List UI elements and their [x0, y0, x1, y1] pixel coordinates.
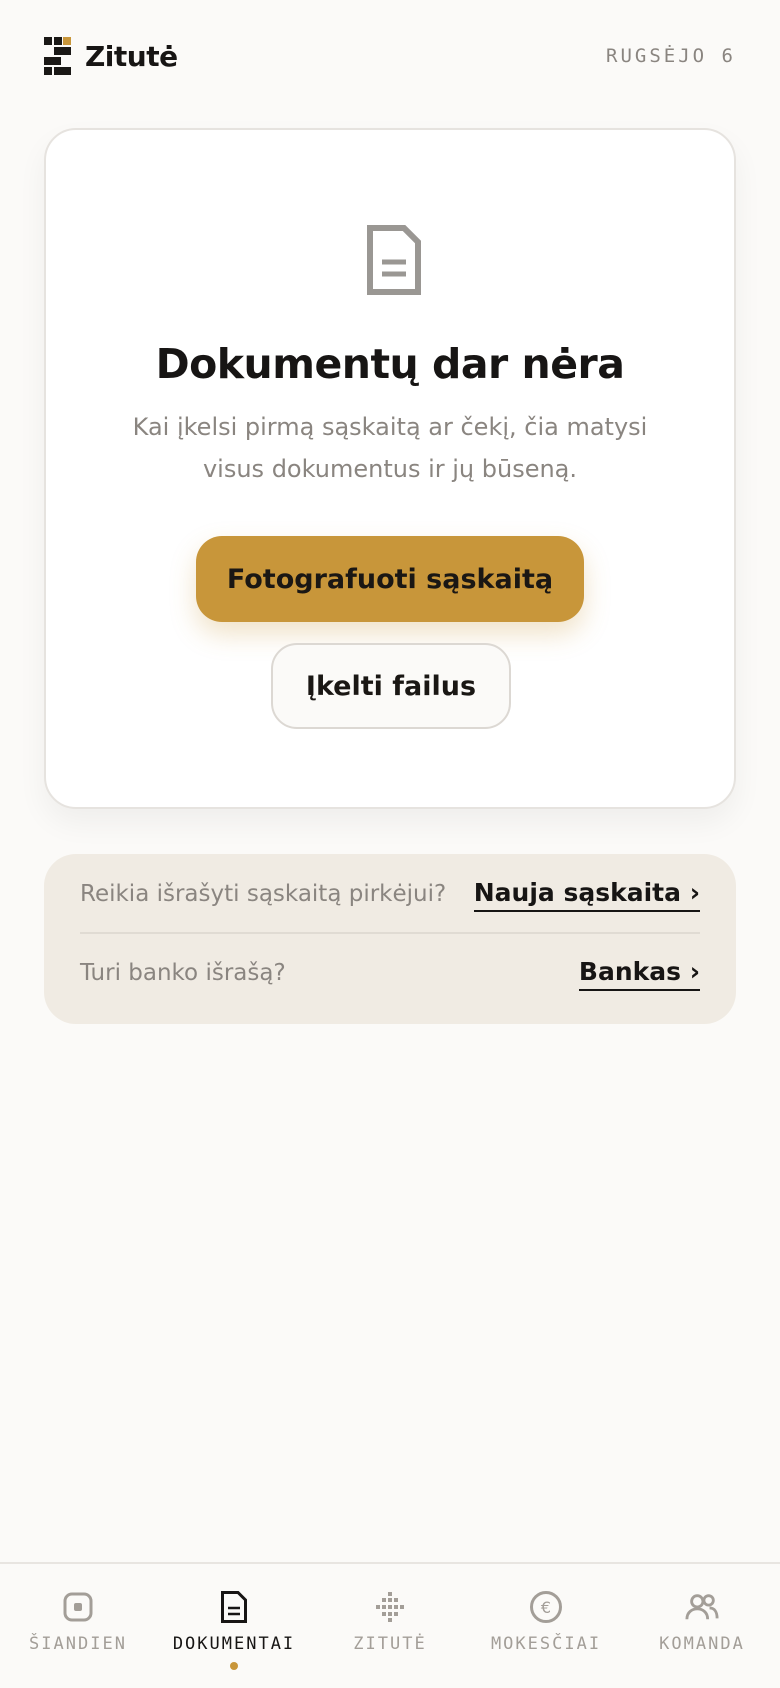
app-header: Zitutė RUGSĖJO 6	[44, 36, 736, 76]
quick-link-row: Reikia išrašyti sąskaitą pirkėjui? Nauja…	[80, 856, 700, 934]
document-icon	[367, 225, 421, 295]
nav-item-zitute[interactable]: ZITUTĖ	[312, 1564, 468, 1688]
empty-state-description: Kai įkelsi pirmą sąskaitą ar čekį, čia m…	[132, 413, 648, 483]
bottom-nav: ŠIANDIEN DOKUMENTAI ZITUTĖ € MOKESČIAI K…	[0, 1562, 780, 1688]
empty-state-card: Dokumentų dar nėra Kai įkelsi pirmą sąsk…	[44, 128, 736, 809]
quick-link-question: Turi banko išrašą?	[80, 960, 286, 986]
zitute-logo-icon	[44, 37, 71, 75]
quick-links-panel: Reikia išrašyti sąskaitą pirkėjui? Nauja…	[44, 854, 736, 1024]
euro-icon: €	[529, 1590, 563, 1624]
upload-files-button[interactable]: Įkelti failus	[271, 643, 511, 729]
sparkle-icon	[373, 1590, 407, 1624]
team-icon	[685, 1590, 719, 1624]
document-icon	[217, 1590, 251, 1624]
nav-item-team[interactable]: KOMANDA	[624, 1564, 780, 1688]
nav-item-taxes[interactable]: € MOKESČIAI	[468, 1564, 624, 1688]
brand[interactable]: Zitutė	[44, 37, 178, 75]
documents-screen: Zitutė RUGSĖJO 6 Dokumentų dar nėra Kai …	[0, 0, 780, 1688]
today-icon	[61, 1590, 95, 1624]
empty-state-title: Dokumentų dar nėra	[155, 340, 625, 388]
nav-item-today[interactable]: ŠIANDIEN	[0, 1564, 156, 1688]
active-indicator	[230, 1662, 238, 1670]
take-photo-button[interactable]: Fotografuoti sąskaitą	[196, 536, 584, 622]
nav-label: DOKUMENTAI	[172, 1634, 296, 1654]
quick-link-row: Turi banko išrašą? Bankas ›	[80, 934, 700, 1012]
current-date: RUGSĖJO 6	[606, 45, 736, 67]
nav-label: ŠIANDIEN	[29, 1634, 127, 1654]
svg-text:€: €	[541, 1598, 551, 1617]
nav-label: ZITUTĖ	[353, 1634, 427, 1654]
nav-label: KOMANDA	[659, 1634, 745, 1654]
brand-name: Zitutė	[85, 39, 178, 73]
bank-link[interactable]: Bankas ›	[578, 956, 700, 991]
quick-link-question: Reikia išrašyti sąskaitą pirkėjui?	[80, 881, 447, 907]
nav-item-documents[interactable]: DOKUMENTAI	[156, 1564, 312, 1688]
new-invoice-link[interactable]: Nauja sąskaita ›	[473, 877, 700, 912]
nav-label: MOKESČIAI	[490, 1634, 602, 1654]
